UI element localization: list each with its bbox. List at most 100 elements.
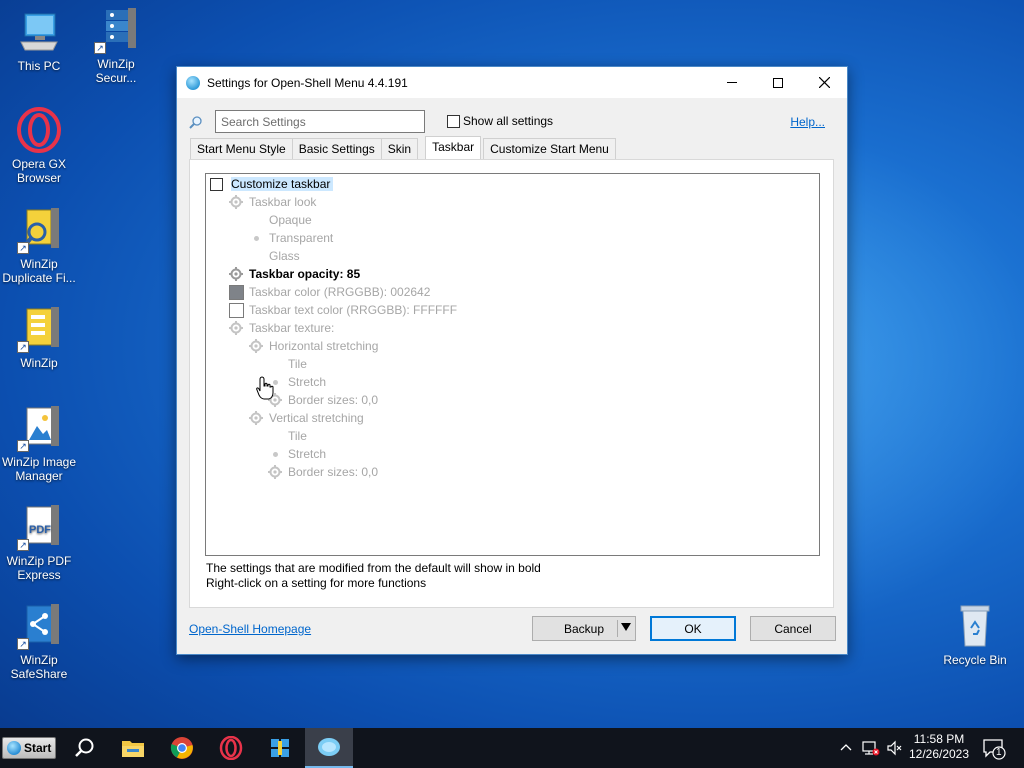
notifications-button[interactable]: 1 — [982, 738, 1006, 760]
network-icon[interactable] — [862, 740, 880, 756]
tree-item-label: Horizontal stretching — [269, 339, 379, 353]
tab-taskbar[interactable]: Taskbar — [425, 136, 482, 159]
minimize-button[interactable] — [709, 67, 755, 98]
setting-gear-icon — [229, 321, 243, 335]
tab-skin[interactable]: Skin — [380, 138, 419, 159]
desktop-icon-label: Recycle Bin — [943, 653, 1007, 667]
tree-item[interactable]: Border sizes: 0,0 — [268, 463, 378, 481]
taskbar-chrome[interactable] — [158, 728, 206, 768]
tree-item-label: Taskbar opacity: 85 — [249, 267, 361, 281]
hand-cursor-icon — [256, 376, 274, 400]
radio-selected-icon[interactable] — [249, 235, 263, 241]
tree-item[interactable]: Taskbar look — [229, 193, 316, 211]
radio-selected-icon[interactable] — [268, 451, 282, 457]
tree-item[interactable]: Tile — [268, 355, 307, 373]
tab-basic-settings[interactable]: Basic Settings — [291, 138, 382, 159]
desktop-icon-opera-gx[interactable]: Opera GX Browser — [0, 106, 78, 185]
tree-item[interactable]: Taskbar texture: — [229, 319, 334, 337]
tree-item-label: Opaque — [269, 213, 312, 227]
settings-tree[interactable]: Customize taskbar Taskbar look Opaque Trans… — [205, 173, 820, 556]
desktop-icon-winzip[interactable]: ↗ WinZip — [0, 305, 78, 370]
desktop-icon-winzip-pdf[interactable]: PDF ↗ WinZip PDF Express — [0, 503, 78, 582]
open-shell-taskbar-icon — [318, 738, 340, 756]
open-shell-homepage-link[interactable]: Open-Shell Homepage — [189, 622, 311, 636]
taskbar-file-explorer[interactable] — [109, 728, 157, 768]
desktop-icon-winzip-safeshare[interactable]: ↗ WinZip SafeShare — [0, 602, 78, 681]
opera-gx-icon — [15, 106, 63, 154]
tree-item[interactable]: Taskbar color (RRGGBB): 002642 — [229, 283, 430, 301]
tree-item[interactable]: Taskbar opacity: 85 — [229, 265, 360, 283]
taskbar: Start 11:58 PM 12/26/2023 1 — [0, 728, 1024, 768]
ok-button[interactable]: OK — [650, 616, 736, 641]
tree-item-label: Vertical stretching — [269, 411, 364, 425]
tree-item[interactable]: Glass — [249, 247, 300, 265]
chevron-up-icon[interactable] — [840, 742, 852, 752]
tree-item-label: Stretch — [288, 447, 327, 461]
desktop-icon-winzip-image[interactable]: ↗ WinZip Image Manager — [0, 404, 78, 483]
desktop-icon-recycle-bin[interactable]: Recycle Bin — [936, 602, 1014, 667]
desktop-icon-label: WinZip — [20, 356, 58, 370]
tree-item[interactable]: Horizontal stretching — [249, 337, 378, 355]
tree-item-label: Stretch — [288, 375, 327, 389]
winzip-safeshare-icon: ↗ — [15, 602, 63, 650]
cancel-button[interactable]: Cancel — [750, 616, 836, 641]
desktop-icon-winzip-duplicate[interactable]: ↗ WinZip Duplicate Fi... — [0, 206, 78, 285]
search-settings-input[interactable] — [215, 110, 425, 133]
taskbar-winzip[interactable] — [256, 728, 304, 768]
tree-item[interactable]: Stretch — [268, 373, 326, 391]
tree-item[interactable]: Tile — [268, 427, 307, 445]
minimize-icon — [727, 82, 737, 83]
tree-item[interactable]: Vertical stretching — [249, 409, 364, 427]
start-button[interactable]: Start — [2, 737, 56, 759]
tree-item[interactable]: Opaque — [249, 211, 312, 229]
desktop-icon-this-pc[interactable]: This PC — [0, 8, 78, 73]
tree-item-label: Tile — [288, 429, 307, 443]
notes-line-1: The settings that are modified from the … — [206, 561, 541, 575]
setting-gear-icon — [249, 339, 263, 353]
desktop-icon-label: This PC — [17, 59, 61, 73]
notification-icon — [983, 739, 1006, 760]
tree-item[interactable]: Transparent — [249, 229, 333, 247]
taskbar-opera[interactable] — [207, 728, 255, 768]
settings-window: Settings for Open-Shell Menu 4.4.191 Sho… — [176, 66, 848, 655]
close-button[interactable] — [801, 67, 847, 98]
taskbar-search-button[interactable] — [60, 728, 108, 768]
winzip-icon: ↗ — [15, 305, 63, 353]
tree-item[interactable]: Border sizes: 0,0 — [268, 391, 378, 409]
recycle-bin-icon — [951, 602, 999, 650]
taskbar-open-shell[interactable] — [305, 728, 353, 768]
maximize-icon — [773, 77, 783, 88]
close-icon — [818, 77, 830, 88]
tree-item[interactable]: Stretch — [268, 445, 326, 463]
volume-muted-icon[interactable] — [886, 740, 904, 756]
tree-item-label: Customize taskbar — [231, 177, 334, 191]
desktop-icon-winzip-secure[interactable]: ↗ WinZip Secur... — [77, 6, 155, 85]
tab-start-menu-style[interactable]: Start Menu Style — [190, 138, 293, 159]
backup-button[interactable]: Backup — [532, 616, 636, 641]
start-label: Start — [24, 741, 52, 755]
color-swatch[interactable] — [229, 284, 244, 300]
window-title: Settings for Open-Shell Menu 4.4.191 — [207, 75, 408, 90]
maximize-button[interactable] — [755, 67, 801, 98]
start-orb-icon — [7, 741, 21, 755]
winzip-duplicate-icon: ↗ — [15, 206, 63, 254]
tree-item[interactable]: Taskbar text color (RRGGBB): FFFFFF — [229, 301, 457, 319]
clock-time: 11:58 PM — [913, 732, 965, 746]
clock-date: 12/26/2023 — [908, 747, 970, 761]
color-swatch[interactable] — [229, 302, 244, 318]
tree-item-label: Transparent — [269, 231, 334, 245]
title-bar[interactable]: Settings for Open-Shell Menu 4.4.191 — [177, 67, 847, 98]
customize-taskbar-checkbox[interactable] — [210, 177, 223, 191]
backup-label: Backup — [563, 621, 605, 636]
tree-item[interactable]: Customize taskbar — [210, 175, 334, 193]
file-explorer-icon — [122, 741, 144, 757]
checkbox-box[interactable] — [447, 114, 460, 128]
winzip-secure-icon: ↗ — [92, 6, 140, 54]
help-link[interactable]: Help... — [790, 115, 825, 129]
tab-customize-start-menu[interactable]: Customize Start Menu — [483, 138, 616, 159]
show-all-settings-checkbox[interactable]: Show all settings — [447, 114, 553, 128]
search-icon — [189, 116, 202, 129]
dropdown-arrow-icon[interactable] — [621, 623, 631, 631]
desktop-icon-label: WinZip SafeShare — [10, 653, 68, 681]
system-clock[interactable]: 11:58 PM 12/26/2023 — [904, 732, 974, 762]
